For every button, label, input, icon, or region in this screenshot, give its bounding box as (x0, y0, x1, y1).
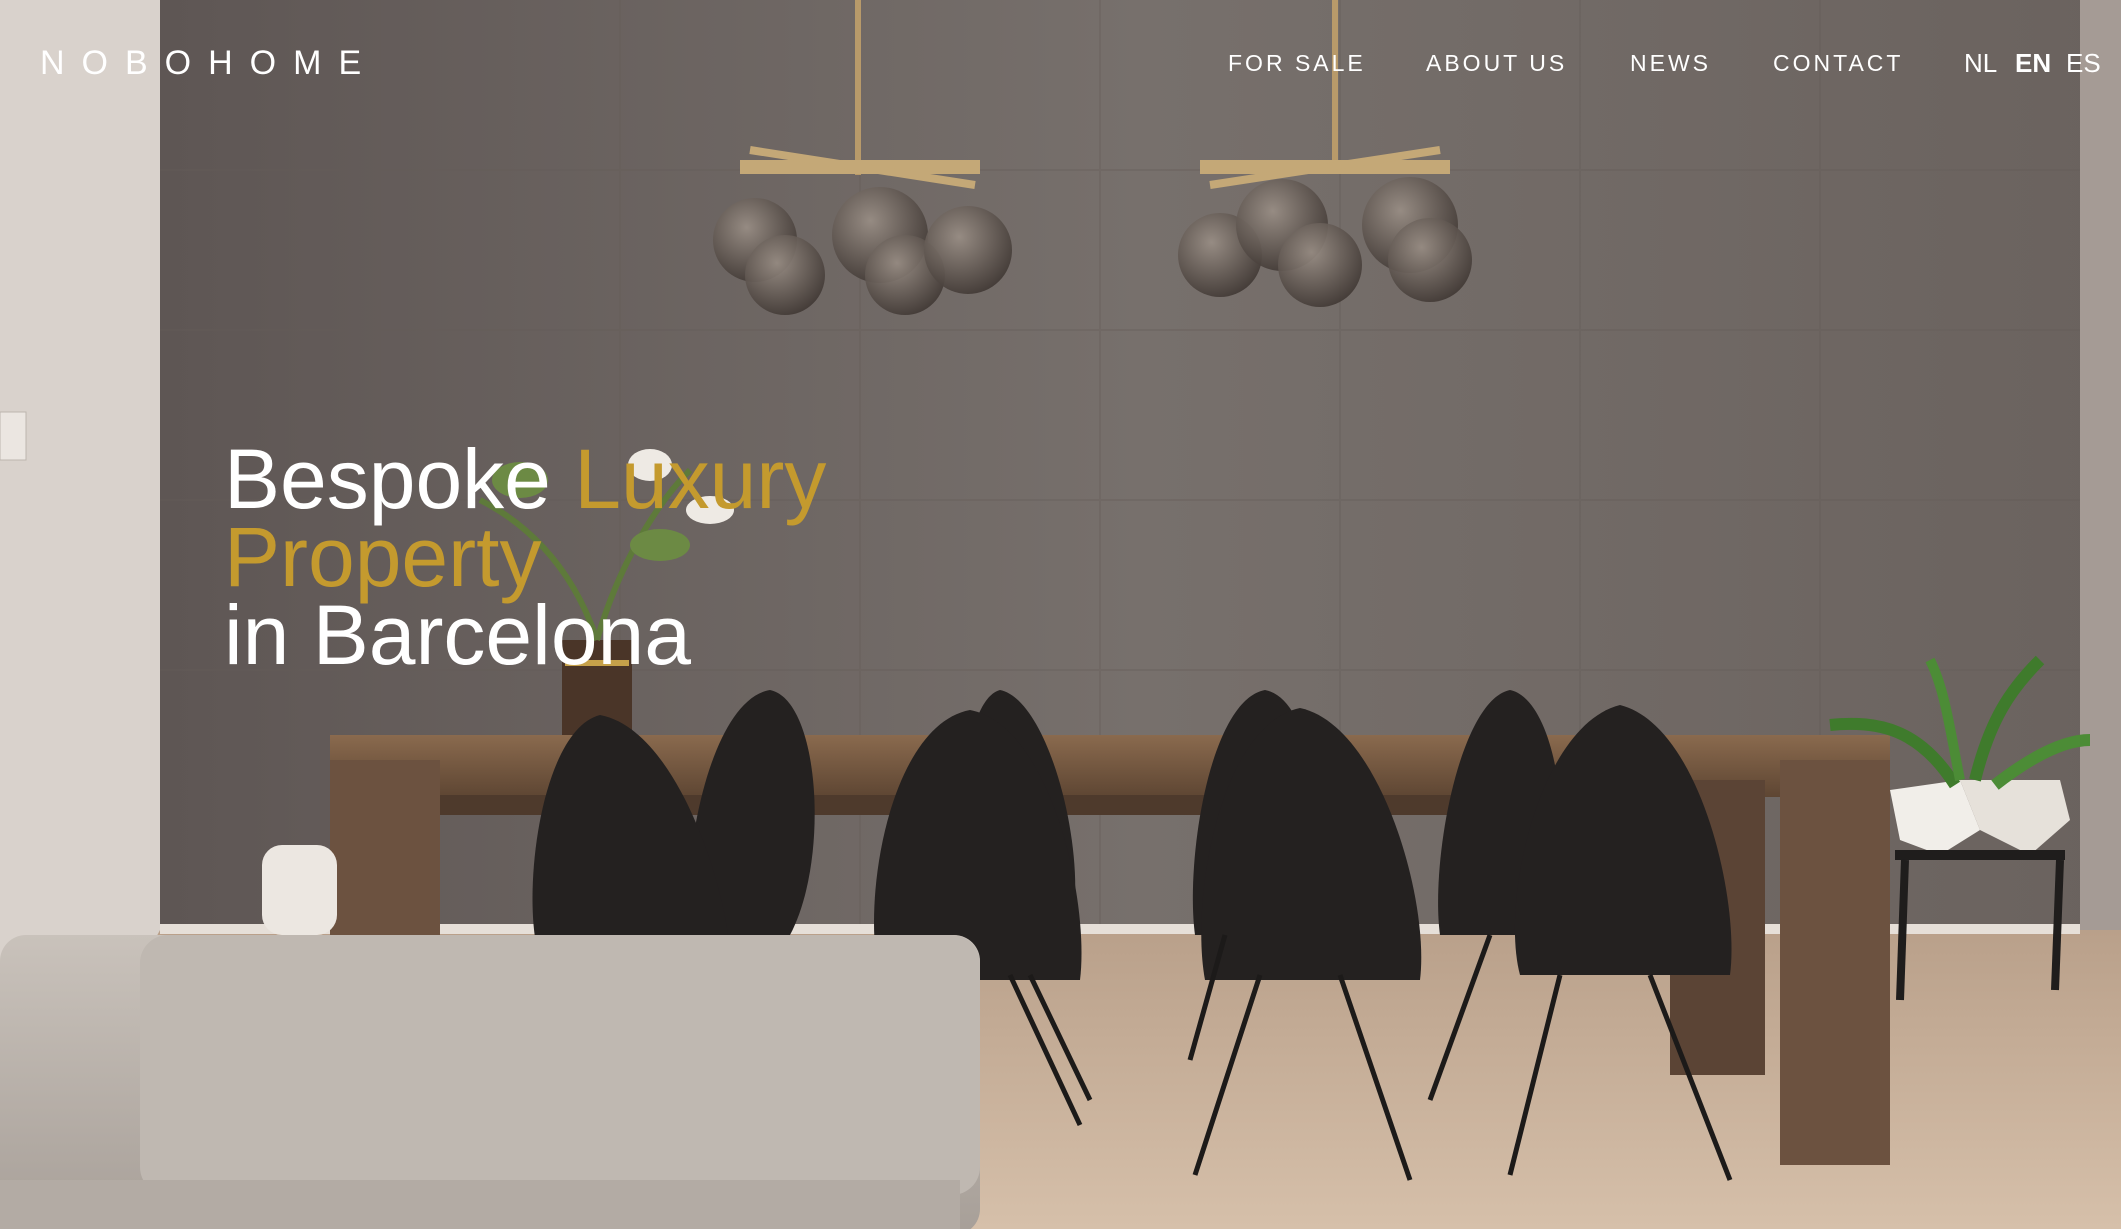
nav-item-news[interactable]: NEWS (1630, 50, 1711, 77)
hero-headline: Bespoke Luxury Property in Barcelona (224, 437, 1024, 682)
language-en[interactable]: EN (2015, 48, 2051, 79)
nav-item-contact[interactable]: CONTACT (1773, 50, 1903, 77)
hero-word-luxury: Luxury (574, 432, 827, 526)
hero-line-1: Bespoke Luxury (224, 437, 1024, 521)
language-nl[interactable]: NL (1964, 48, 1997, 79)
hero-line-3: in Barcelona (224, 588, 691, 682)
brand-logo[interactable]: NOBOHOME (40, 44, 378, 83)
top-navigation: NOBOHOME FOR SALE ABOUT US NEWS CONTACT … (0, 0, 2121, 130)
nav-item-about-us[interactable]: ABOUT US (1426, 50, 1567, 77)
nav-item-for-sale[interactable]: FOR SALE (1228, 50, 1366, 77)
hero-line-2: Property (224, 510, 542, 604)
language-es[interactable]: ES (2066, 48, 2101, 79)
